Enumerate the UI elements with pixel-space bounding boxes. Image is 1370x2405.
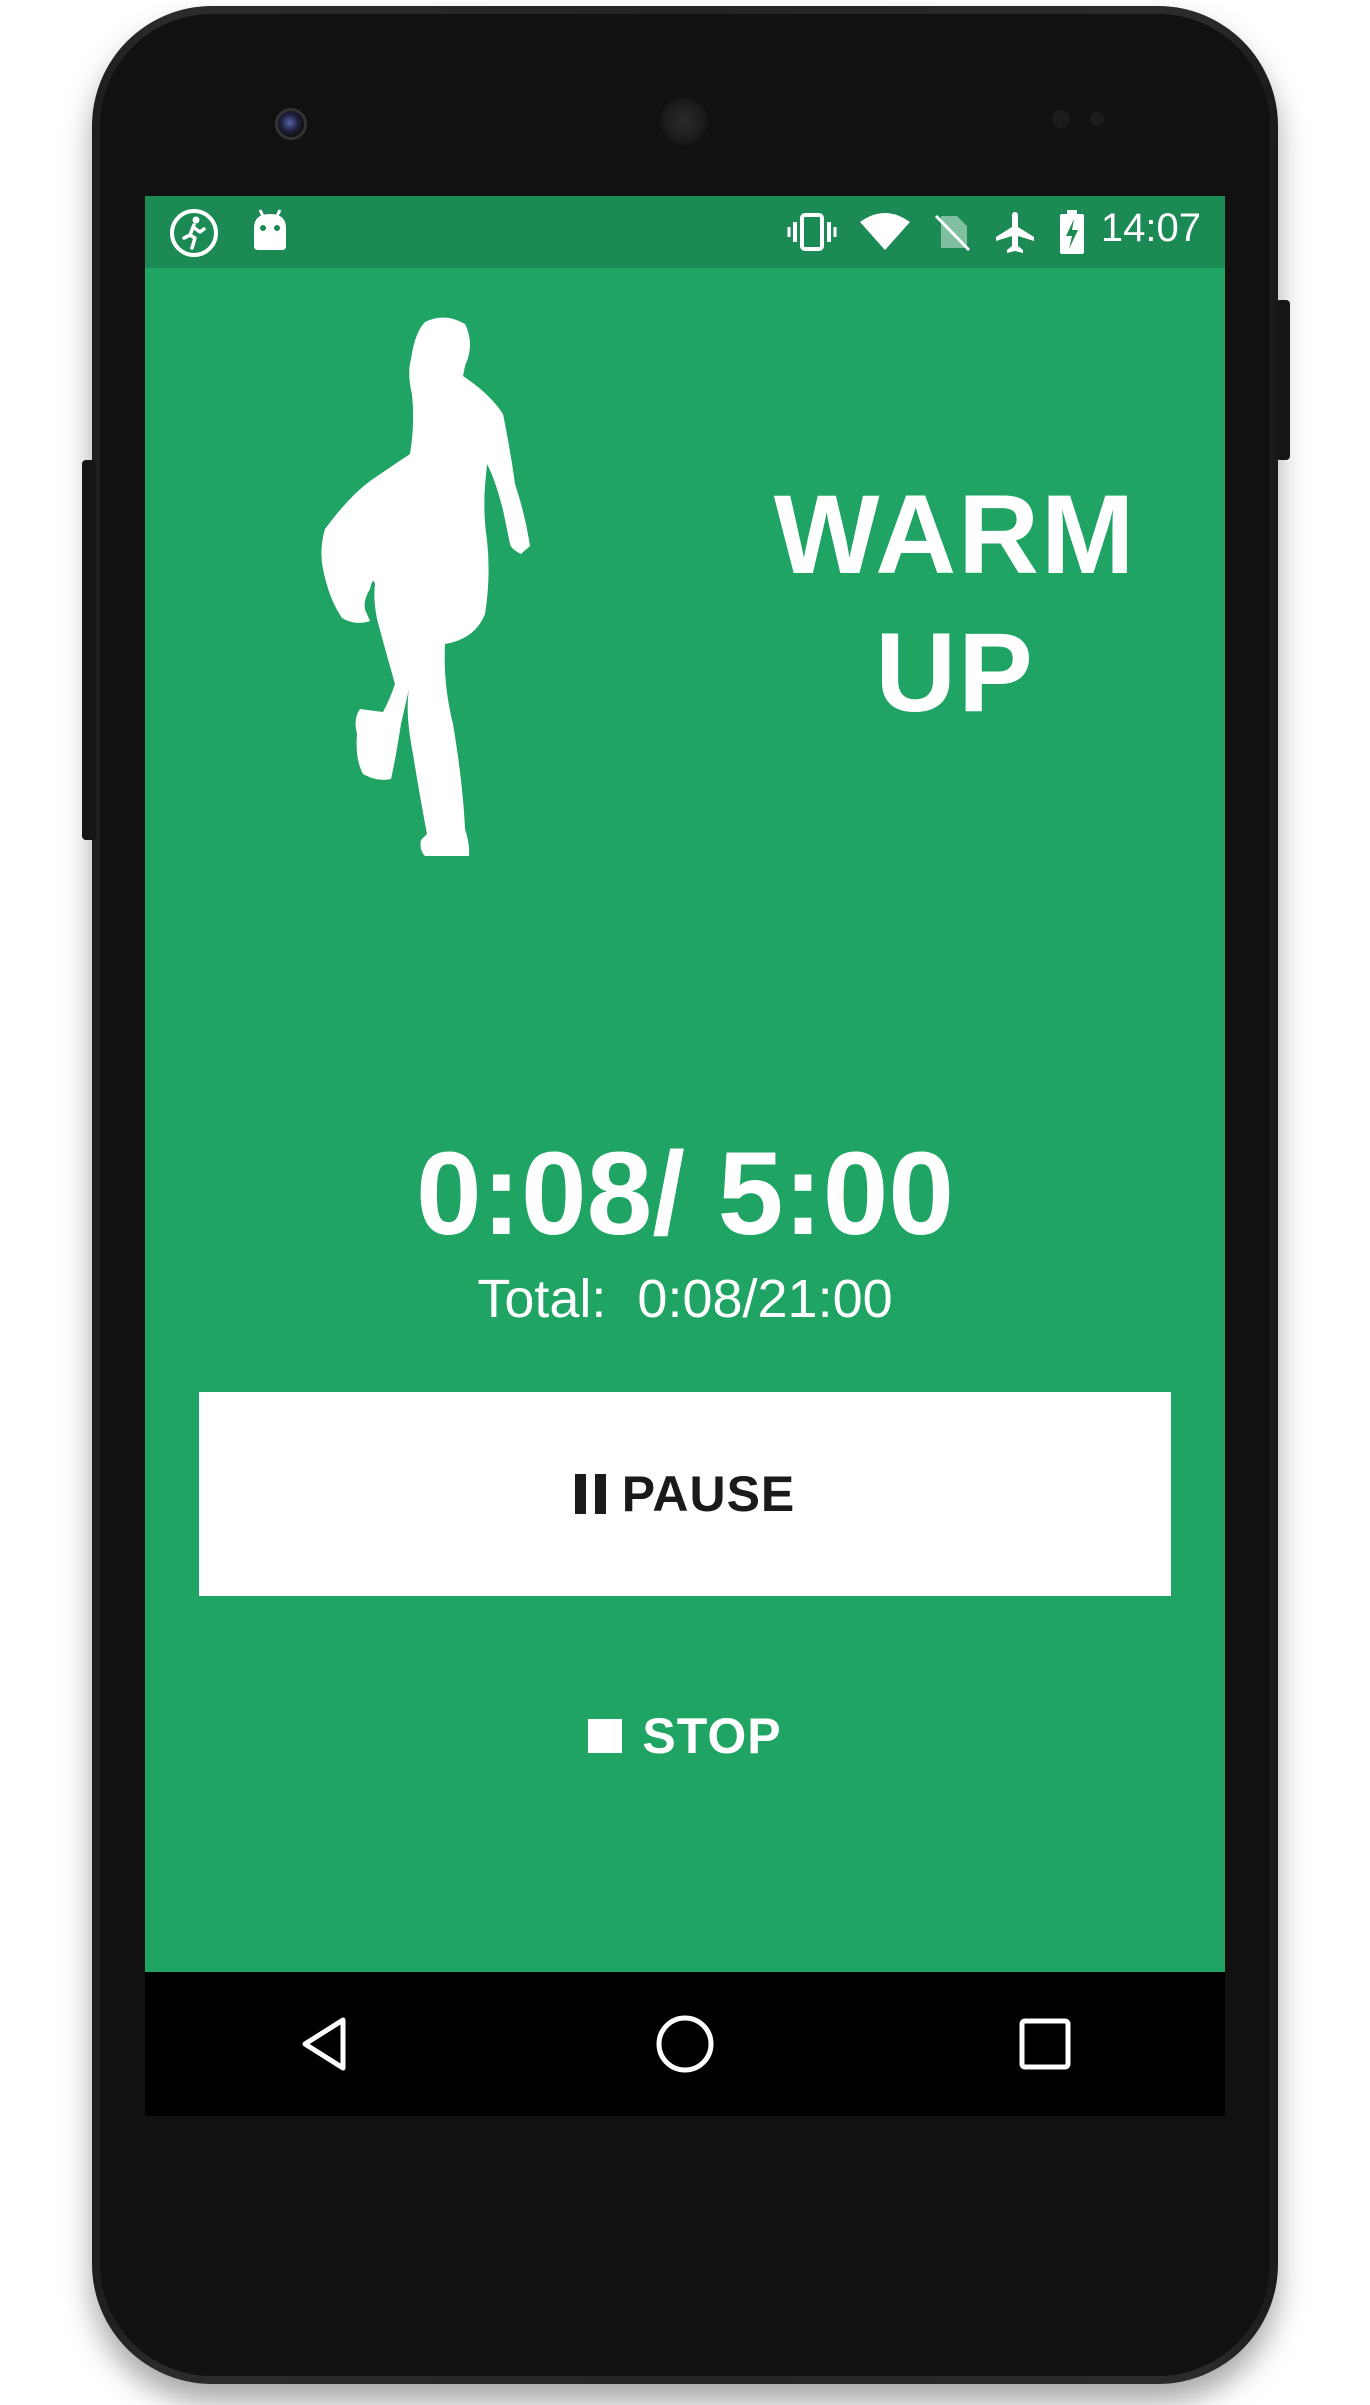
- stop-label: STOP: [642, 1708, 782, 1764]
- android-icon: [254, 209, 286, 250]
- volume-button: [82, 460, 96, 840]
- home-icon: [656, 2015, 714, 2073]
- total-label: Total:: [477, 1269, 607, 1329]
- navigation-bar: [145, 1972, 1225, 2116]
- no-sim-icon: [934, 214, 971, 252]
- runner-silhouette-icon: [321, 317, 530, 856]
- back-icon: [302, 2017, 346, 2071]
- earpiece-speaker: [658, 95, 710, 147]
- total-value: 0:08/21:00: [637, 1269, 893, 1329]
- total-timer: Total: 0:08/21:00: [145, 1268, 1225, 1330]
- running-app-icon: [170, 209, 218, 257]
- interval-timer: 0:08/ 5:00: [416, 1128, 954, 1260]
- status-icons: [787, 206, 1085, 258]
- stop-button[interactable]: STOP: [145, 1696, 1225, 1776]
- pause-icon: [574, 1474, 606, 1514]
- app-screen: 14:07 WARM UP 0:08/ 5:00 Total: 0:08/21:…: [145, 196, 1225, 2116]
- back-button[interactable]: [265, 1984, 385, 2104]
- stop-icon: [588, 1719, 623, 1753]
- phase-line-1: WARM: [773, 472, 1137, 597]
- recents-icon: [1019, 2018, 1071, 2070]
- vibrate-icon: [787, 213, 837, 251]
- recents-button[interactable]: [985, 1984, 1105, 2104]
- proximity-sensor: [1052, 110, 1070, 128]
- front-camera: [275, 108, 307, 140]
- pause-label: PAUSE: [621, 1466, 796, 1522]
- home-button[interactable]: [625, 1984, 745, 2104]
- power-button: [1276, 300, 1290, 460]
- light-sensor: [1090, 112, 1104, 126]
- phase-title: WARM UP: [705, 466, 1205, 742]
- pause-button[interactable]: PAUSE: [199, 1392, 1171, 1596]
- wifi-icon: [860, 213, 910, 250]
- status-bar: 14:07: [145, 196, 1225, 268]
- airplane-icon: [996, 212, 1034, 253]
- phase-line-2: UP: [875, 610, 1035, 735]
- battery-charging-icon: [1060, 210, 1084, 254]
- status-time: 14:07: [1100, 206, 1201, 250]
